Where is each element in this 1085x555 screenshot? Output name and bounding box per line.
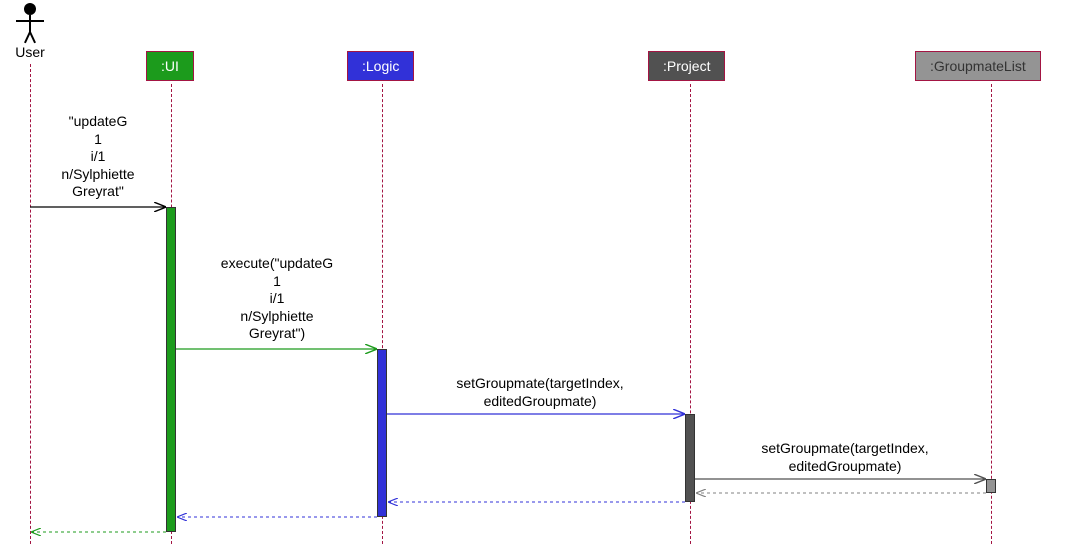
arrow-user-to-ui (0, 0, 1085, 555)
